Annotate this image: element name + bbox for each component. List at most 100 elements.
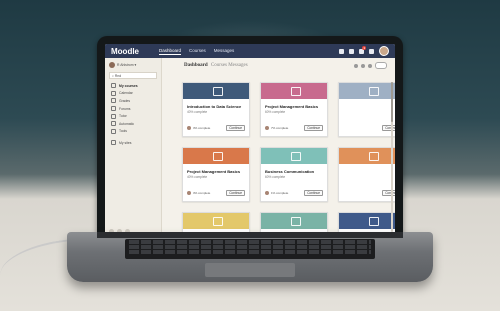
course-meta: 7% complete — [271, 126, 289, 130]
instructor-avatar — [265, 191, 269, 195]
sidebar-item-grades[interactable]: Grades — [105, 97, 161, 105]
sidebar: R Ahlstrom ▾ ⌕ Rnd My courses Calendar G… — [105, 58, 162, 238]
sidebar-avatar — [109, 62, 115, 68]
sidebar-item-tools[interactable]: Tools — [105, 128, 161, 136]
instructor-avatar — [265, 126, 269, 130]
nav-messages[interactable]: Messages — [214, 48, 235, 55]
course-grid: Introduction to Data Science 40% complete… — [182, 82, 395, 238]
sidebar-item-my-sites[interactable]: My sites — [105, 139, 161, 147]
sidebar-item-label: My sites — [119, 140, 132, 145]
course-meta: 1% complete — [271, 191, 289, 195]
course-footer: Continue — [343, 190, 395, 196]
search-icon[interactable] — [339, 48, 344, 54]
primary-nav: Dashboard Courses Messages — [159, 48, 234, 55]
course-card[interactable]: Introduction to Data Science 40% complete… — [182, 82, 250, 137]
course-card[interactable] — [260, 212, 328, 234]
laptop-trackpad — [205, 263, 295, 277]
page-title: Dashboard — [184, 63, 208, 68]
course-footer: 1% complete Continue — [265, 190, 323, 196]
sidebar-item-label: My courses — [119, 83, 138, 88]
sidebar-search-input[interactable]: ⌕ Rnd — [109, 72, 157, 79]
course-image-icon — [213, 87, 223, 96]
course-title[interactable]: Introduction to Data Science — [187, 104, 245, 109]
instructor-avatar — [187, 126, 191, 130]
course-banner — [183, 83, 249, 99]
course-footer: Continue — [343, 125, 395, 131]
sidebar-item-label: Tutor — [119, 114, 127, 119]
course-footer: 3% complete Continue — [187, 190, 245, 196]
tools-icon — [111, 128, 116, 134]
course-meta: 3% complete — [193, 191, 211, 195]
course-title[interactable]: Business Communication — [265, 169, 323, 174]
breadcrumb-rest[interactable]: Courses Messages — [211, 63, 248, 68]
course-progress: 40% complete — [187, 110, 208, 114]
scrollbar-thumb[interactable] — [391, 82, 393, 122]
continue-button[interactable]: Continue — [382, 190, 395, 196]
course-image-icon — [213, 152, 223, 161]
chat-icon[interactable] — [369, 48, 374, 54]
course-banner — [339, 213, 395, 229]
course-title[interactable]: Project Management Basics — [187, 169, 245, 174]
search-icon: ⌕ — [112, 73, 114, 78]
course-image-icon — [213, 217, 223, 226]
notification-badge: 1 — [362, 45, 366, 50]
tutor-icon — [111, 113, 116, 119]
continue-button[interactable]: Continue — [304, 125, 323, 131]
course-footer: 3% complete Continue — [187, 125, 245, 131]
course-card[interactable] — [182, 212, 250, 234]
bell-icon[interactable] — [361, 63, 365, 68]
course-card[interactable]: Business Communication 60% complete 1% com… — [260, 147, 328, 202]
moodle-logo[interactable]: Moodle — [111, 47, 159, 56]
continue-button[interactable]: Continue — [304, 190, 323, 196]
continue-button[interactable]: Continue — [226, 190, 245, 196]
course-image-icon — [291, 152, 301, 161]
sidebar-item-automatic[interactable]: Automatic — [105, 120, 161, 128]
course-banner — [339, 83, 395, 99]
courses-icon — [111, 83, 116, 89]
sidebar-user[interactable]: R Ahlstrom ▾ — [105, 58, 161, 71]
sites-icon — [111, 140, 116, 146]
grades-icon — [111, 98, 116, 104]
toolbar-icons — [354, 62, 387, 69]
nav-courses[interactable]: Courses — [189, 48, 206, 55]
course-card[interactable]: Project Management Basics 60% complete 7% … — [260, 82, 328, 137]
calendar-icon — [111, 90, 116, 96]
course-image-icon — [291, 87, 301, 96]
continue-button[interactable]: Continue — [382, 125, 395, 131]
course-title[interactable]: Project Management Basics — [265, 104, 323, 109]
course-progress: 40% complete — [187, 175, 208, 179]
course-footer: 7% complete Continue — [265, 125, 323, 131]
sidebar-item-tutor[interactable]: Tutor — [105, 112, 161, 120]
course-card[interactable]: Continue — [338, 147, 395, 202]
sidebar-item-label: Grades — [119, 98, 131, 103]
course-banner — [183, 148, 249, 164]
home-icon[interactable] — [354, 63, 358, 68]
nav-dashboard[interactable]: Dashboard — [159, 48, 182, 55]
automatic-icon — [111, 121, 116, 127]
notification-icon[interactable]: 1 — [359, 45, 366, 54]
scrollbar[interactable] — [391, 82, 393, 232]
course-meta: 3% complete — [193, 126, 211, 130]
course-image-icon — [369, 87, 379, 96]
sidebar-search-text: Rnd — [114, 73, 122, 78]
course-card[interactable]: Continue — [338, 82, 395, 137]
user-avatar[interactable] — [379, 46, 389, 56]
sidebar-item-forums[interactable]: Forums — [105, 105, 161, 113]
laptop-lid: Moodle Dashboard Courses Messages 1 R Ah… — [97, 36, 403, 246]
course-image-icon — [369, 152, 379, 161]
laptop-screen: Moodle Dashboard Courses Messages 1 R Ah… — [105, 44, 395, 238]
view-toggle[interactable] — [375, 62, 387, 69]
grid-icon[interactable] — [349, 48, 354, 54]
sidebar-item-label: Forums — [119, 106, 131, 111]
continue-button[interactable]: Continue — [226, 125, 245, 131]
sidebar-item-my-courses[interactable]: My courses — [105, 82, 161, 90]
sidebar-item-label: Automatic — [119, 121, 135, 126]
course-card[interactable]: Project Management Basics 40% complete 3% … — [182, 147, 250, 202]
sidebar-item-calendar[interactable]: Calendar — [105, 90, 161, 98]
main-content: Dashboard Courses Messages Introduction … — [162, 58, 395, 238]
course-progress: 60% complete — [265, 175, 286, 179]
photo-background: Moodle Dashboard Courses Messages 1 R Ah… — [0, 0, 500, 311]
chat-icon[interactable] — [368, 63, 372, 68]
top-navbar: Moodle Dashboard Courses Messages 1 — [105, 44, 395, 58]
course-card[interactable] — [338, 212, 395, 234]
